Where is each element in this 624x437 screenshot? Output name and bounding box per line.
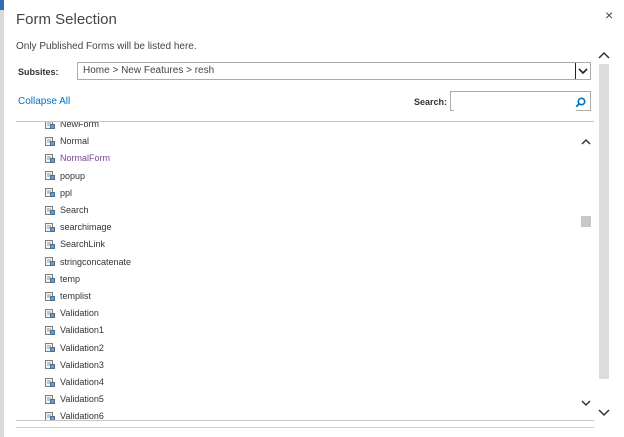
tree-item[interactable]: Search — [45, 202, 89, 218]
tree-item[interactable]: Validation2 — [45, 340, 104, 356]
subsites-value: Home > New Features > resh — [83, 65, 215, 76]
tree-item-label: NormalForm — [60, 153, 111, 164]
tree-item[interactable]: Validation4 — [45, 374, 104, 390]
scroll-up-icon[interactable] — [598, 46, 610, 64]
tree-item[interactable]: temp — [45, 271, 80, 287]
form-document-icon — [45, 394, 55, 404]
window-left-edge — [0, 0, 4, 437]
form-document-icon — [45, 377, 55, 387]
chevron-down-icon[interactable] — [575, 63, 590, 79]
form-document-icon — [45, 291, 55, 301]
form-document-icon — [45, 411, 55, 420]
tree-scrollbar[interactable] — [578, 121, 594, 419]
search-input[interactable] — [454, 93, 576, 112]
tree-item-label: temp — [60, 273, 81, 284]
form-document-icon — [45, 136, 55, 146]
dialog-scrollbar[interactable] — [597, 46, 611, 424]
close-icon[interactable]: × — [605, 8, 613, 22]
subsites-label: Subsites: — [18, 67, 59, 77]
scroll-down-icon[interactable] — [581, 394, 591, 412]
tree-item-label: SearchLink — [60, 239, 106, 250]
dialog-title: Form Selection — [16, 11, 117, 28]
form-document-icon — [45, 274, 55, 284]
form-document-icon — [45, 188, 55, 198]
tree-item[interactable]: searchimage — [45, 219, 112, 235]
form-document-icon — [45, 171, 55, 181]
tree-item[interactable]: stringconcatenate — [45, 254, 131, 270]
tree-item[interactable]: Validation1 — [45, 322, 104, 338]
form-document-icon — [45, 122, 55, 129]
published-forms-note: Only Published Forms will be listed here… — [16, 41, 197, 52]
tree-item[interactable]: NewForm — [45, 121, 100, 132]
form-document-icon — [45, 205, 55, 215]
tree-item-label: Normal — [60, 136, 90, 147]
tree-item[interactable]: Validation6 — [45, 408, 104, 421]
tree-item-label: NewForm — [60, 121, 100, 129]
form-document-icon — [45, 343, 55, 353]
form-document-icon — [45, 222, 55, 232]
tree-item-label: ppl — [60, 187, 73, 198]
tree-item[interactable]: Normal — [45, 133, 89, 149]
scroll-up-icon[interactable] — [581, 132, 591, 150]
form-document-icon — [45, 257, 55, 267]
form-document-icon — [45, 325, 55, 335]
form-document-icon — [45, 360, 55, 370]
scroll-down-icon[interactable] — [598, 404, 610, 422]
tree-item[interactable]: NormalForm — [45, 150, 110, 166]
dialog-scrollbar-thumb[interactable] — [599, 64, 609, 379]
tree-item[interactable]: ppl — [45, 185, 72, 201]
tree-item[interactable]: Validation5 — [45, 391, 104, 407]
tree-item-label: templist — [60, 291, 92, 301]
search-icon[interactable] — [575, 95, 586, 113]
tree-scrollbar-thumb[interactable] — [581, 216, 591, 227]
tree-item-label: Validation1 — [60, 325, 104, 336]
tree-item-label: Validation2 — [60, 342, 104, 353]
tree-item[interactable]: popup — [45, 168, 85, 184]
tree-item-label: Validation6 — [60, 411, 104, 421]
window-accent — [0, 0, 4, 10]
tree-item-label: Validation4 — [60, 377, 104, 387]
tree-item-label: stringconcatenate — [60, 256, 132, 267]
tree-item-label: searchimage — [60, 222, 112, 233]
tree-item[interactable]: SearchLink — [45, 236, 105, 252]
tree-item-label: popup — [60, 170, 86, 181]
collapse-all-link[interactable]: Collapse All — [18, 96, 70, 107]
tree-item-label: Validation5 — [60, 394, 104, 405]
tree-item-label: Search — [60, 205, 89, 215]
tree-item[interactable]: templist — [45, 288, 91, 304]
search-label: Search: — [414, 97, 448, 107]
search-field[interactable] — [450, 91, 591, 113]
tree-item[interactable]: Validation3 — [45, 357, 104, 373]
tree-item[interactable]: Validation — [45, 305, 99, 321]
subsites-dropdown[interactable]: Home > New Features > resh — [77, 62, 591, 80]
tree-item-label: Validation — [60, 308, 99, 319]
form-document-icon — [45, 153, 55, 163]
form-document-icon — [45, 239, 55, 249]
tree-item-label: Validation3 — [60, 359, 104, 370]
form-document-icon — [45, 308, 55, 318]
forms-tree[interactable]: NewForm Normal NormalForm popup ppl Search sea… — [16, 121, 594, 421]
divider — [16, 427, 594, 428]
